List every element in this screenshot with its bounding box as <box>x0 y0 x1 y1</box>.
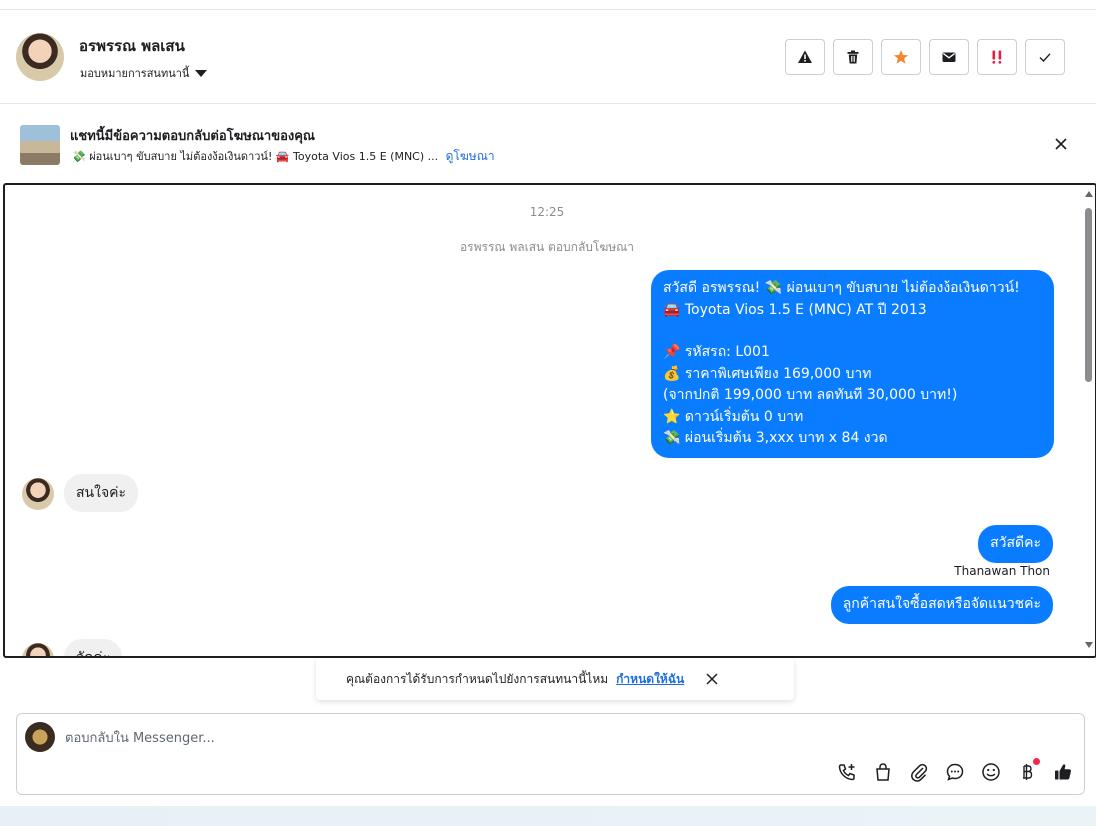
scroll-up-arrow-icon[interactable] <box>1085 191 1093 197</box>
message-line: 💸 ผ่อนเริ่มต้น 3,xxx บาท x 84 งวด <box>663 430 888 446</box>
outgoing-message[interactable]: ลูกค้าสนใจซื้อสดหรือจัดแนวชค่ะ <box>830 586 1053 624</box>
mark-unread-button[interactable] <box>929 39 969 75</box>
message-composer <box>16 713 1085 795</box>
mail-icon <box>942 52 956 62</box>
delete-button[interactable] <box>833 39 873 75</box>
mark-spam-button[interactable] <box>785 39 825 75</box>
assign-conversation-dropdown[interactable]: มอบหมายการสนทนานี้ <box>80 64 208 82</box>
message-timestamp: 12:25 <box>529 205 565 219</box>
emoji-icon <box>982 763 1000 781</box>
warning-icon <box>798 50 812 63</box>
paperclip-icon <box>911 763 928 782</box>
saved-replies-button[interactable] <box>944 761 966 783</box>
close-icon <box>1055 138 1067 150</box>
message-line: 🚘 Toyota Vios 1.5 E (MNC) AT ปี 2013 <box>663 301 927 318</box>
assign-label: มอบหมายการสนทนานี้ <box>80 67 190 80</box>
shopping-bag-icon <box>876 763 890 781</box>
outgoing-message[interactable]: สวัสดีคะ <box>978 525 1053 563</box>
page-avatar <box>25 722 55 752</box>
ad-thumbnail[interactable] <box>20 125 60 165</box>
close-banner-button[interactable] <box>1051 134 1071 154</box>
ad-reply-banner: แชทนี้มีข้อความตอบกลับต่อโฆษณาของคุณ 💸 ผ… <box>0 104 1096 184</box>
mark-done-button[interactable] <box>1025 39 1065 75</box>
message-line: ⭐ ดาวน์เริ่มต้น 0 บาท <box>663 408 804 425</box>
conversation-header: อรพรรณ พลเสน มอบหมายการสนทนานี้ <box>0 10 1096 104</box>
caret-down-icon <box>195 69 208 77</box>
chat-bubble-icon <box>946 763 964 781</box>
composer-toolbar <box>836 758 1074 783</box>
messenger-inbox-app: อรพรรณ พลเสน มอบหมายการสนทนานี้ แชทนี้มี… <box>0 0 1096 826</box>
message-line: 💰 ราคาพิเศษเพียง 169,000 บาท <box>663 365 872 382</box>
incoming-message[interactable]: จัดค่ะ <box>64 639 123 656</box>
scroll-down-arrow-icon[interactable] <box>1085 642 1093 648</box>
top-divider <box>0 0 1096 10</box>
star-icon <box>893 50 909 64</box>
shop-button[interactable] <box>872 761 894 783</box>
outgoing-ad-message[interactable]: สวัสดี อรพรรณ! 💸 ผ่อนเบาๆ ขับสบาย ไม่ต้อ… <box>651 270 1054 458</box>
contact-name[interactable]: อรพรรณ พลเสน <box>79 34 185 58</box>
dismiss-toast-button[interactable] <box>704 671 720 687</box>
ad-banner-description: 💸 ผ่อนเบาๆ ขับสบาย ไม่ต้องง้อเงินดาวน์! … <box>72 147 495 166</box>
phone-plus-icon <box>838 764 855 781</box>
view-ad-link[interactable]: ดูโฆษณา <box>446 149 495 163</box>
sender-name: Thanawan Thon <box>954 564 1050 578</box>
contact-avatar-small[interactable] <box>22 478 54 510</box>
scrollbar-thumb[interactable] <box>1085 208 1092 382</box>
message-line: 📌 รหัสรถ: L001 <box>663 344 770 360</box>
page-footer-band <box>0 806 1096 826</box>
message-line: (จากปกติ 199,000 บาท ลดทันที 30,000 บาท!… <box>663 387 958 403</box>
reply-input[interactable] <box>65 728 965 748</box>
contact-avatar-small[interactable] <box>22 643 54 656</box>
ad-banner-title: แชทนี้มีข้อความตอบกลับต่อโฆษณาของคุณ <box>70 129 315 144</box>
ad-description-text: 💸 ผ่อนเบาๆ ขับสบาย ไม่ต้องง้อเงินดาวน์! … <box>72 150 439 163</box>
message-line: สวัสดี อรพรรณ! 💸 ผ่อนเบาๆ ขับสบาย ไม่ต้อ… <box>663 280 1020 296</box>
like-button[interactable] <box>1052 761 1074 783</box>
incoming-message[interactable]: สนใจค่ะ <box>64 474 139 512</box>
notification-dot <box>1033 758 1040 765</box>
ad-reply-note: อรพรรณ พลเสน ตอบกลับโฆษณา <box>459 240 635 254</box>
add-call-button[interactable] <box>836 761 858 783</box>
assign-prompt-toast: คุณต้องการได้รับการกำหนดไปยังการสนทนานี้… <box>316 658 794 700</box>
message-line <box>663 321 1042 342</box>
trash-icon <box>847 50 859 64</box>
baht-icon <box>1023 764 1033 780</box>
emoji-button[interactable] <box>980 761 1002 783</box>
checkmark-icon <box>1039 53 1051 63</box>
chat-scrollbar[interactable] <box>1083 185 1095 656</box>
important-icon <box>992 50 1002 64</box>
conversation-actions <box>785 39 1065 75</box>
payment-button[interactable] <box>1016 758 1040 783</box>
star-button[interactable] <box>881 39 921 75</box>
thumbs-up-icon <box>1055 764 1071 780</box>
assign-to-me-link[interactable]: กำหนดให้ฉัน <box>616 670 684 689</box>
mark-important-button[interactable] <box>977 39 1017 75</box>
close-icon <box>706 673 718 685</box>
attach-file-button[interactable] <box>908 761 930 783</box>
message-thread[interactable]: 12:25 อรพรรณ พลเสน ตอบกลับโฆษณา สวัสดี อ… <box>3 183 1096 658</box>
contact-avatar[interactable] <box>16 33 64 81</box>
assign-prompt-text: คุณต้องการได้รับการกำหนดไปยังการสนทนานี้… <box>346 671 609 686</box>
